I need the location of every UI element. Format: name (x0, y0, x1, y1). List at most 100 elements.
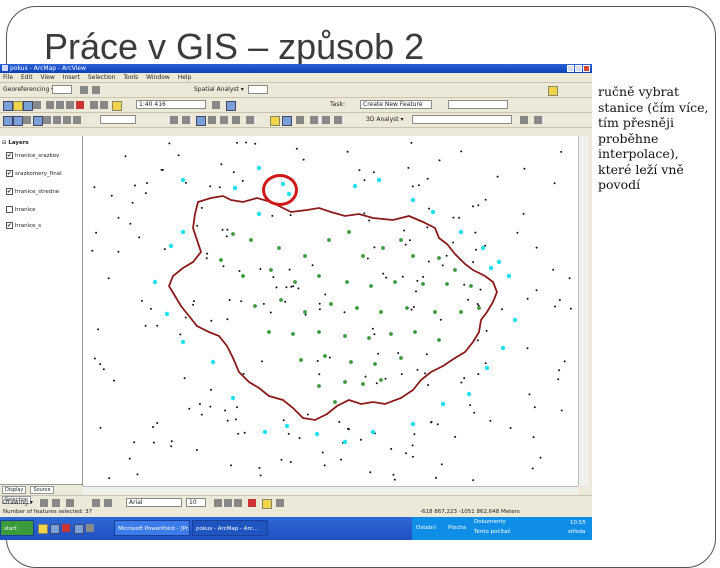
line-color-icon[interactable] (276, 499, 284, 507)
start-button[interactable]: start (0, 520, 34, 536)
go-to-xy-icon[interactable] (334, 116, 342, 124)
georeferencing-menu[interactable]: Georeferencing ▾ (3, 86, 54, 93)
toc-root[interactable]: ⊟ Layers (2, 140, 29, 146)
save-icon[interactable] (23, 101, 33, 111)
toc-layer[interactable]: ✔ srazkomery_final (6, 170, 62, 177)
map-view[interactable] (83, 136, 578, 486)
toc-layer[interactable]: hranice (6, 206, 36, 213)
layer-combo[interactable] (52, 85, 72, 94)
redo-icon[interactable] (100, 101, 108, 109)
find-icon[interactable] (322, 116, 330, 124)
arcscene-icon[interactable] (246, 116, 254, 124)
minimize-icon[interactable] (567, 65, 574, 72)
back-extent-icon[interactable] (63, 116, 71, 124)
layer-checkbox[interactable]: ✔ (6, 222, 13, 229)
maximize-icon[interactable] (575, 65, 582, 72)
close-icon[interactable] (583, 65, 590, 72)
cut-icon[interactable] (46, 101, 54, 109)
identify-tool-icon[interactable] (310, 116, 318, 124)
map-canvas[interactable] (83, 136, 578, 486)
horizontal-scrollbar[interactable] (83, 486, 578, 495)
pan-icon[interactable] (23, 116, 31, 124)
spatial-analyst-menu[interactable]: Spatial Analyst ▾ (194, 86, 244, 93)
menu-insert[interactable]: Insert (63, 74, 80, 81)
tray-dokumenty[interactable]: Dokumenty (474, 519, 506, 525)
add-data-icon[interactable] (112, 101, 122, 111)
drawing-menu[interactable]: Drawing ▾ (3, 499, 33, 506)
font-size-combo[interactable]: 10 (186, 498, 206, 507)
tray-tento-pocitac[interactable]: Tento počítač (474, 529, 511, 535)
delete-icon[interactable] (76, 101, 84, 109)
spatial-layer-combo[interactable] (248, 85, 268, 94)
menu-tools[interactable]: Tools (123, 74, 138, 81)
zoom-out-icon[interactable] (13, 116, 23, 126)
identify-icon[interactable] (548, 86, 558, 96)
tab-source[interactable]: Source (30, 486, 54, 494)
taskbar-item-powerpoint[interactable]: Microsoft PowerPoint - [Pr... (114, 520, 190, 536)
print-icon[interactable] (33, 101, 41, 109)
hyperlink-icon[interactable] (208, 116, 216, 124)
measure-icon[interactable] (220, 116, 228, 124)
sketch-tool-icon[interactable] (182, 116, 190, 124)
georef-tool-icon[interactable] (80, 86, 88, 94)
menu-edit[interactable]: Edit (21, 74, 33, 81)
arctoolbox-icon[interactable] (226, 101, 236, 111)
layer-checkbox[interactable]: ✔ (6, 152, 13, 159)
layer-checkbox[interactable]: ✔ (6, 170, 13, 177)
tab-display[interactable]: Display (2, 486, 27, 494)
target-combo[interactable] (448, 100, 508, 109)
text-tool-icon[interactable] (104, 499, 112, 507)
bold-icon[interactable] (214, 499, 222, 507)
open-icon[interactable] (13, 101, 23, 111)
fixed-zoom-out-icon[interactable] (53, 116, 61, 124)
full-extent-icon[interactable] (33, 116, 43, 126)
quicklaunch-icon[interactable] (86, 524, 94, 532)
select-element-icon[interactable] (40, 499, 48, 507)
toc-layer[interactable]: ✔ hranice_s (6, 222, 41, 229)
underline-icon[interactable] (234, 499, 242, 507)
3d-analyst-menu[interactable]: 3D Analyst ▾ (366, 116, 404, 123)
toc-layer[interactable]: ✔ hranice_srazkov (6, 152, 59, 159)
forward-extent-icon[interactable] (73, 116, 81, 124)
quicklaunch-icon[interactable] (38, 524, 48, 534)
layer-checkbox[interactable] (6, 206, 13, 213)
vertical-scrollbar[interactable] (578, 136, 589, 486)
edit-tool-icon[interactable] (170, 116, 178, 124)
italic-icon[interactable] (224, 499, 232, 507)
select-elements-icon[interactable] (296, 116, 304, 124)
profile-icon[interactable] (534, 116, 542, 124)
editor-icon[interactable] (212, 101, 220, 109)
copy-icon[interactable] (56, 101, 64, 109)
3d-layer-combo[interactable] (412, 115, 512, 124)
font-color-icon[interactable] (248, 499, 256, 507)
globe-icon[interactable] (196, 116, 206, 126)
menu-selection[interactable]: Selection (88, 74, 116, 81)
quicklaunch-icon[interactable] (74, 524, 84, 534)
editor-combo[interactable] (100, 115, 136, 124)
undo-icon[interactable] (90, 101, 98, 109)
toc-layer[interactable]: ✔ hranice_stredne (6, 188, 59, 195)
taskbar-item-arcmap[interactable]: pokus - ArcMap - Arc... (192, 520, 268, 536)
task-combo[interactable]: Create New Feature (360, 100, 432, 109)
fixed-zoom-in-icon[interactable] (43, 116, 51, 124)
font-combo[interactable]: Arial (126, 498, 182, 507)
tray-ostatni[interactable]: Ostatní (416, 525, 436, 531)
menu-file[interactable]: File (3, 74, 13, 81)
contour-icon[interactable] (520, 116, 528, 124)
zoom-in-icon[interactable] (3, 116, 13, 126)
quicklaunch-icon[interactable] (62, 524, 70, 532)
menu-help[interactable]: Help (178, 74, 192, 81)
html-popup-icon[interactable] (232, 116, 240, 124)
paste-icon[interactable] (66, 101, 74, 109)
zoom-whole-page-icon[interactable] (66, 499, 74, 507)
layer-checkbox[interactable]: ✔ (6, 188, 13, 195)
rotate-icon[interactable] (52, 499, 60, 507)
clear-selection-icon[interactable] (282, 116, 292, 126)
rectangle-tool-icon[interactable] (92, 499, 100, 507)
georef-link-icon[interactable] (92, 86, 100, 94)
new-document-icon[interactable] (3, 101, 13, 111)
select-features-icon[interactable] (270, 116, 280, 126)
menu-view[interactable]: View (41, 74, 55, 81)
quicklaunch-icon[interactable] (50, 524, 60, 534)
tray-plocha[interactable]: Plocha (448, 525, 466, 531)
